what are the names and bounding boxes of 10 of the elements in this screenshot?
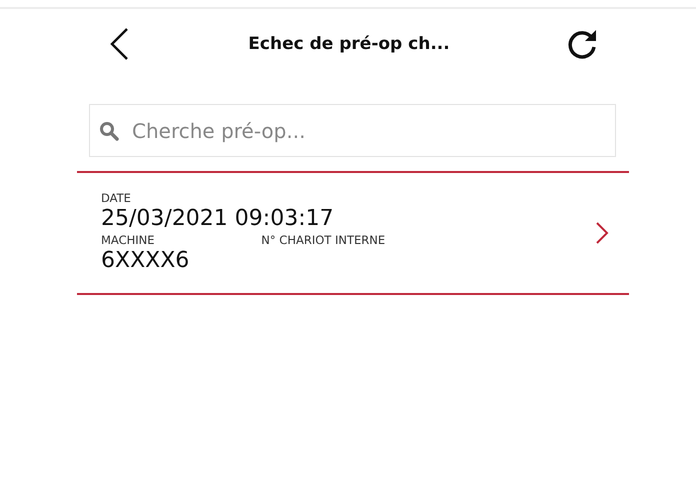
field-label: N° CHARIOT INTERNE [261, 233, 386, 247]
field-value: 6XXXX6 [101, 247, 190, 275]
field-label: DATE [101, 191, 132, 205]
search-field[interactable]: Cherche pré-op... [89, 104, 616, 157]
field-value: 25/03/2021 09:03:17 [101, 205, 335, 233]
chevron-right-icon [595, 221, 609, 245]
record-row[interactable]: DATE 25/03/2021 09:03:17 MACHINE 6XXXX6 N° CHARIOT INTERNE [77, 173, 629, 295]
page-title: Echec de pré-op ch... [248, 34, 450, 54]
field-label: MACHINE [101, 233, 156, 247]
search-icon [99, 121, 119, 141]
